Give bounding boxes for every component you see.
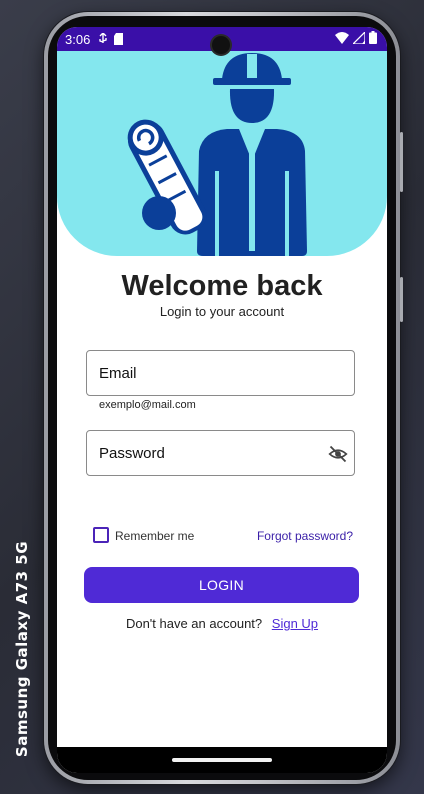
- usb-icon: [99, 33, 108, 43]
- remember-me-checkbox[interactable]: [93, 527, 109, 543]
- notification-icons: [98, 33, 124, 45]
- app-screen: 3:06 Welcome back Login to your account …: [57, 27, 387, 773]
- navigation-bar: [57, 747, 387, 773]
- battery-icon: [369, 31, 377, 44]
- signup-row: Don't have an account? Sign Up: [57, 616, 387, 631]
- status-time: 3:06: [65, 31, 91, 47]
- email-helper-text: exemplo@mail.com: [99, 399, 196, 411]
- eye-off-icon[interactable]: [328, 444, 348, 464]
- email-field-label: Email: [99, 364, 137, 382]
- front-camera: [212, 36, 230, 54]
- sd-card-icon: [114, 33, 124, 45]
- power-button: [400, 277, 403, 322]
- page-title: Welcome back: [121, 270, 323, 302]
- device-label: Samsung Galaxy A73 5G: [8, 534, 36, 764]
- login-button[interactable]: LOGIN: [84, 567, 359, 603]
- forgot-password-link[interactable]: Forgot password?: [257, 529, 353, 543]
- password-field[interactable]: Password: [86, 430, 355, 476]
- signup-prompt: Don't have an account?: [125, 616, 263, 631]
- signup-link[interactable]: Sign Up: [272, 616, 318, 631]
- signal-icon: [353, 31, 365, 44]
- remember-me-label[interactable]: Remember me: [115, 529, 194, 543]
- volume-button: [400, 132, 403, 192]
- wifi-icon: [335, 31, 349, 44]
- email-field[interactable]: Email: [86, 350, 355, 396]
- hero-banner: [57, 51, 387, 256]
- login-button-label: LOGIN: [198, 577, 245, 593]
- device-label-text: Samsung Galaxy A73 5G: [13, 540, 32, 758]
- home-indicator[interactable]: [172, 758, 272, 762]
- system-icons: [335, 31, 377, 44]
- engineer-with-blueprint-icon: [127, 53, 307, 256]
- password-field-label: Password: [99, 444, 165, 462]
- page-subtitle: Login to your account: [159, 304, 285, 319]
